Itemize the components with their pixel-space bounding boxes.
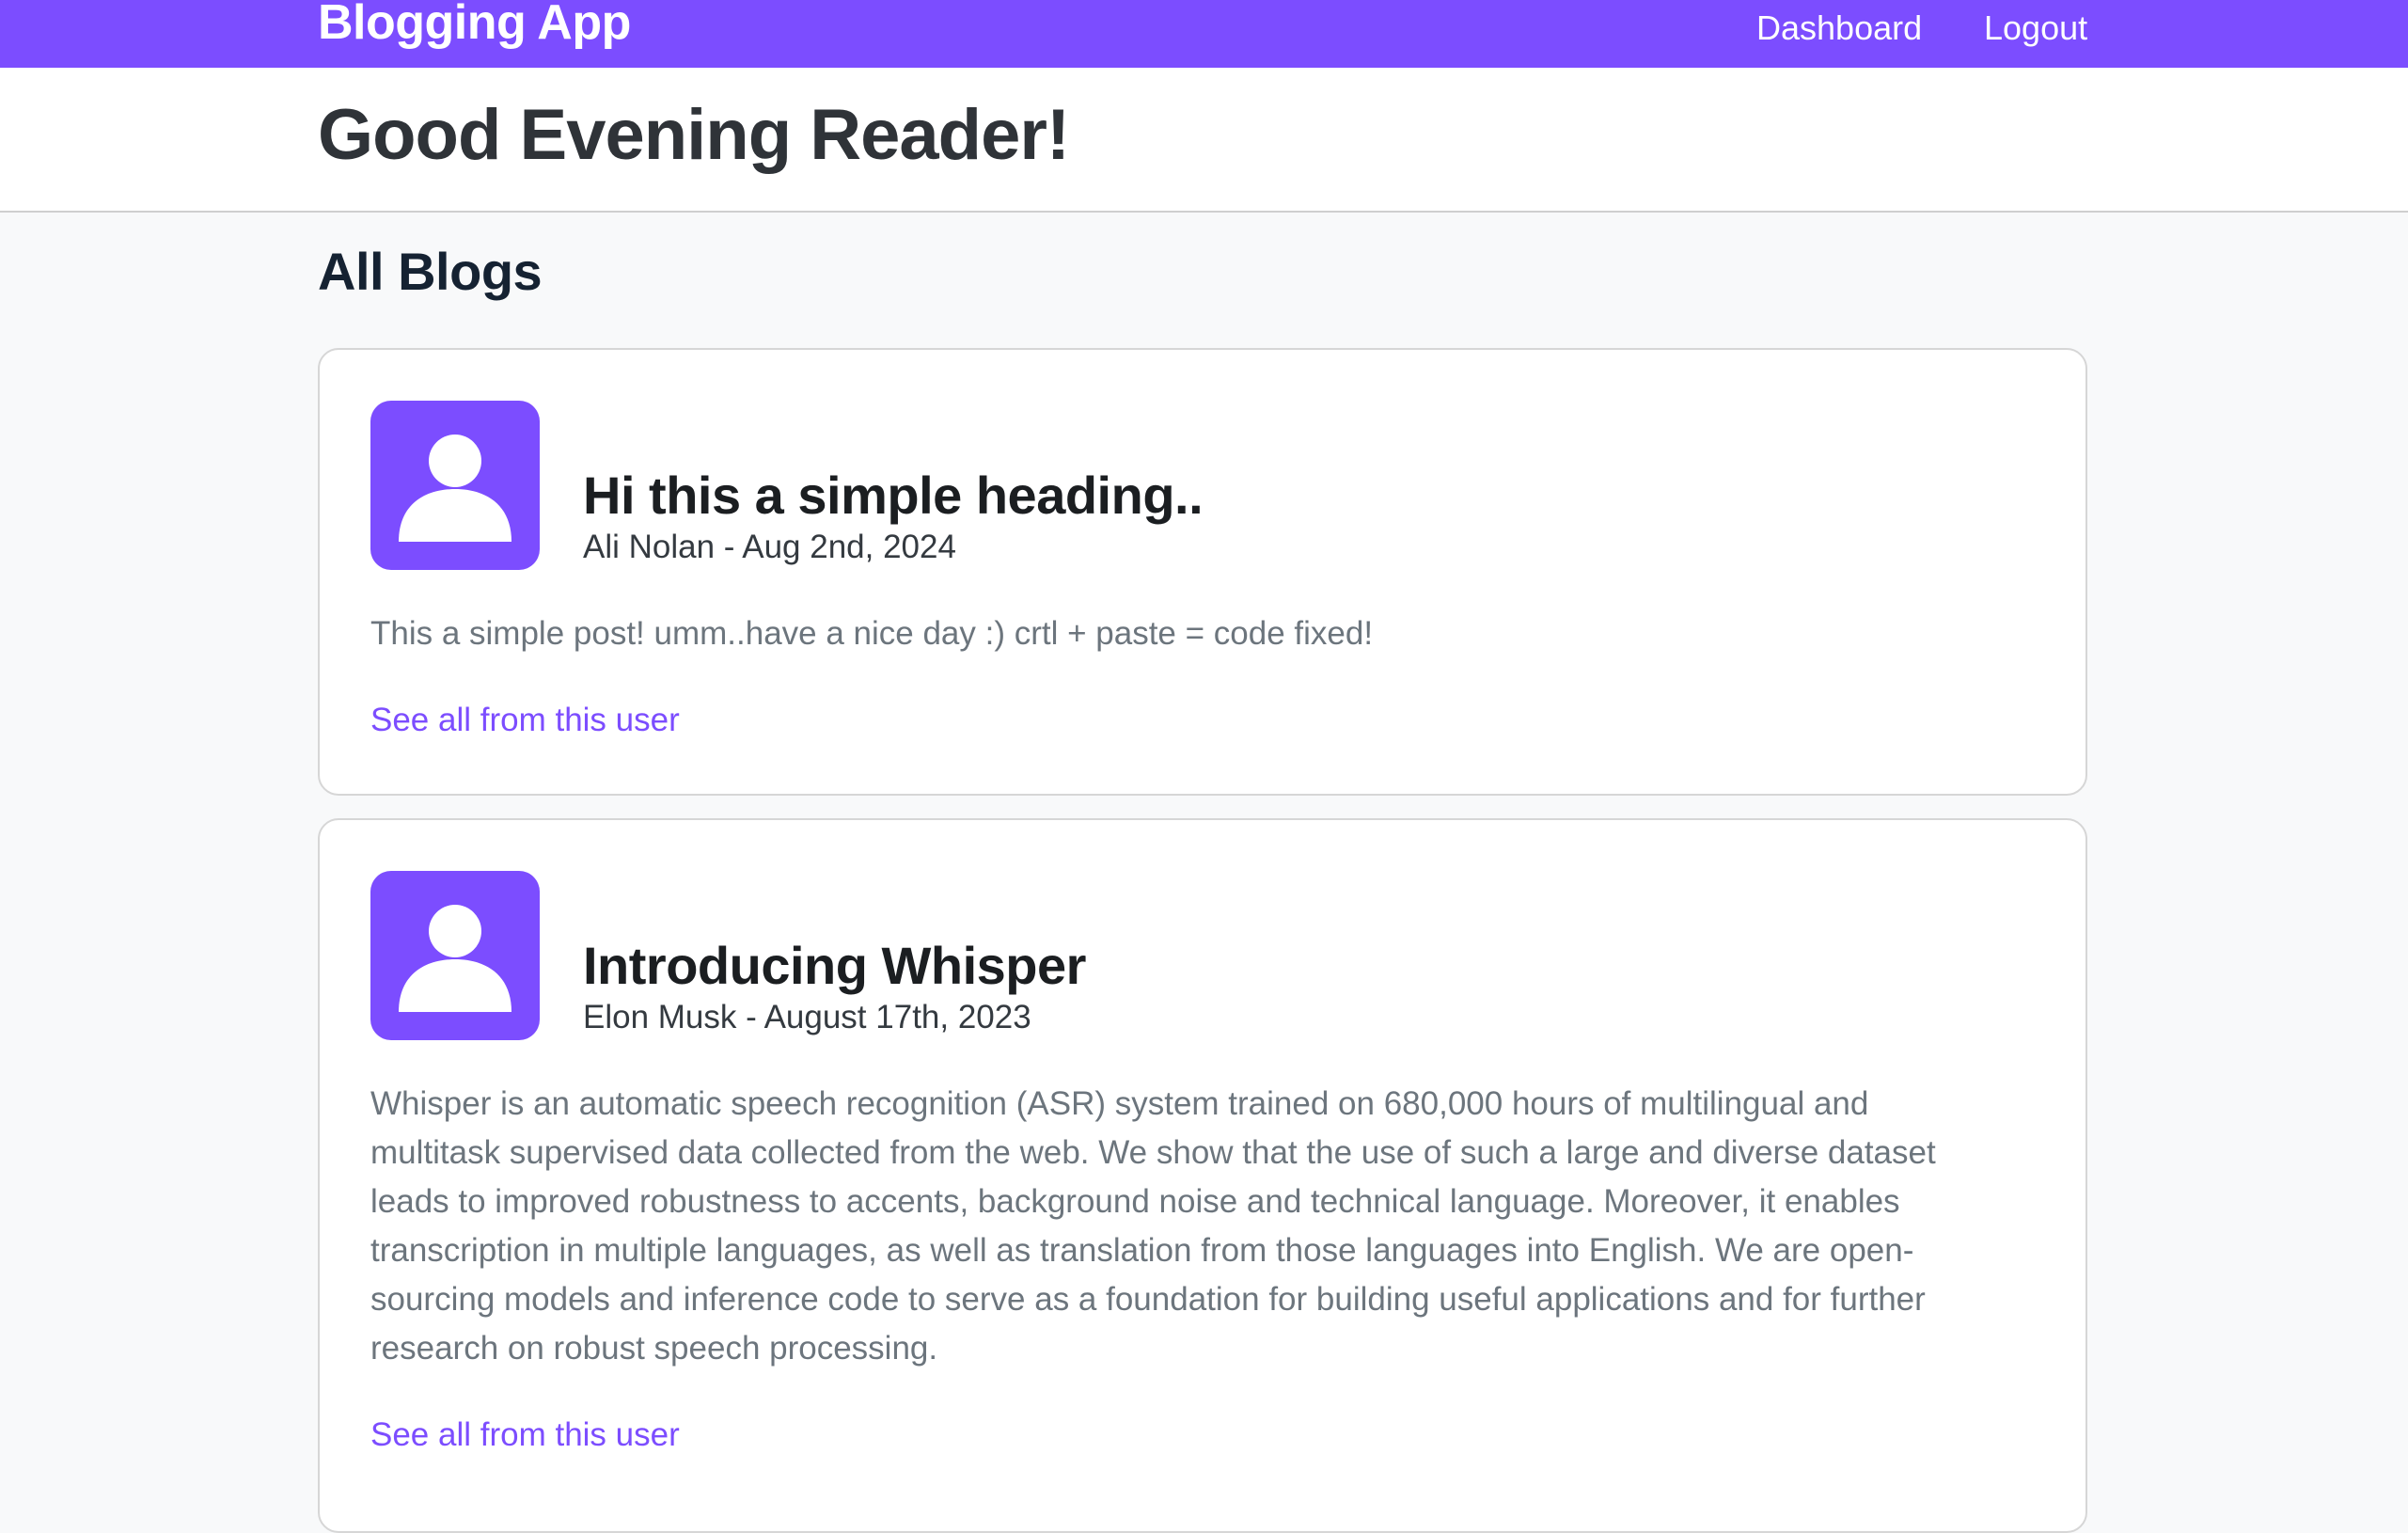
user-icon: [370, 871, 540, 1040]
user-icon: [370, 401, 540, 570]
blog-post-card: Introducing Whisper Elon Musk - August 1…: [318, 818, 2087, 1533]
see-all-from-user-link[interactable]: See all from this user: [370, 1416, 680, 1454]
post-title: Introducing Whisper: [583, 936, 1086, 995]
post-author-date: Elon Musk - August 17th, 2023: [583, 999, 1031, 1035]
brand-logo-link[interactable]: Blogging App: [318, 0, 631, 51]
page-title: Good Evening Reader!: [318, 95, 1070, 175]
nav-link-logout[interactable]: Logout: [1984, 8, 2087, 48]
user-icon-svg: [399, 435, 512, 542]
post-body: Whisper is an automatic speech recogniti…: [370, 1085, 1936, 1367]
user-icon-svg: [399, 905, 512, 1012]
post-author-date: Ali Nolan - Aug 2nd, 2024: [583, 529, 956, 565]
post-title: Hi this a simple heading..: [583, 466, 1204, 525]
nav-link-dashboard[interactable]: Dashboard: [1756, 8, 1922, 48]
blog-post-card: Hi this a simple heading.. Ali Nolan - A…: [318, 348, 2087, 796]
section-title: All Blogs: [318, 242, 543, 301]
post-body: This a simple post! umm..have a nice day…: [370, 615, 1374, 652]
see-all-from-user-link[interactable]: See all from this user: [370, 702, 680, 739]
greeting-header: Good Evening Reader!: [0, 68, 2408, 213]
top-navbar: Blogging App Dashboard Logout: [0, 0, 2408, 68]
